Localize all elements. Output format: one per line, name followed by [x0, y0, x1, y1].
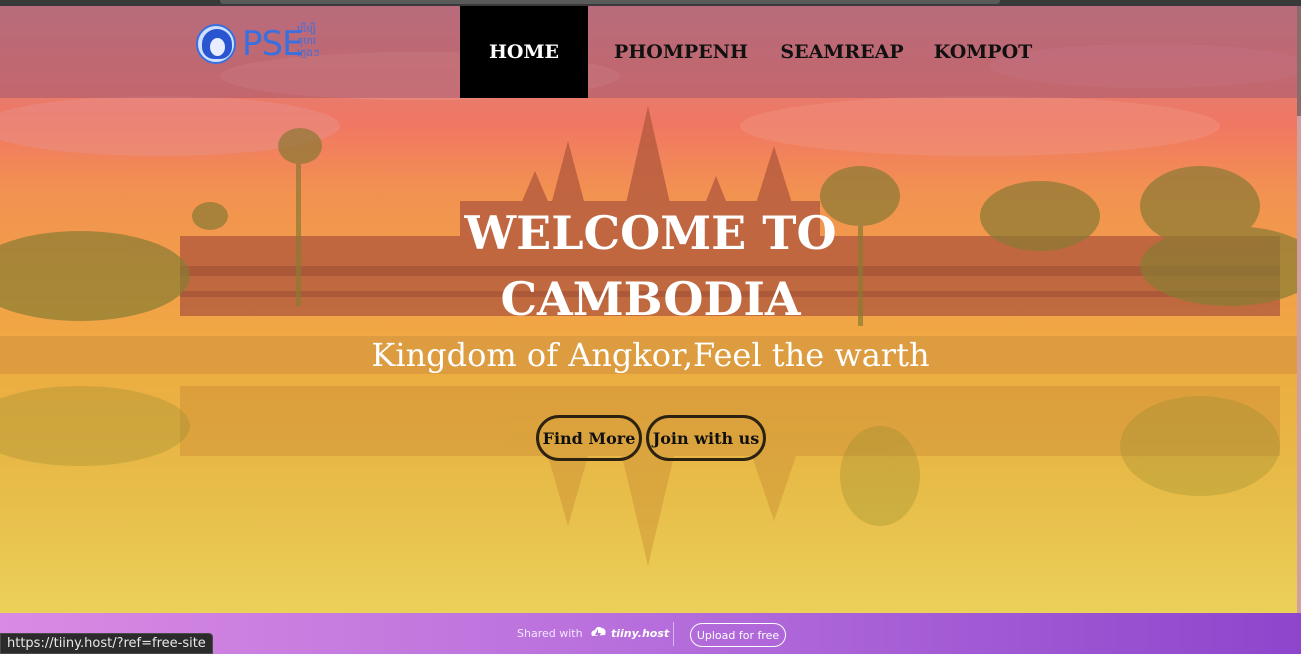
tiiny-host-logo-icon — [591, 626, 606, 640]
main-nav: HOME PHOMPENH SEAMREAP KOMPOT — [460, 6, 1056, 98]
shared-with-text: Shared with — [517, 627, 583, 640]
banner-divider — [673, 622, 674, 646]
tab-strip-edge — [220, 0, 1000, 4]
find-more-button[interactable]: Find More — [536, 415, 642, 461]
browser-viewport: PSE ដើម្បីកុមារ ក្មេងៗ HOME PHOMPENH SEA… — [0, 0, 1301, 654]
nav-home[interactable]: HOME — [460, 6, 588, 98]
hero-title-line2: CAMBODIA — [500, 272, 801, 326]
upload-for-free-button[interactable]: Upload for free — [690, 623, 786, 647]
nav-seamreap[interactable]: SEAMREAP — [774, 6, 910, 98]
hero-title-line1: WELCOME TO — [464, 206, 837, 260]
hero-subtitle: Kingdom of Angkor,Feel the warth — [371, 336, 930, 374]
tiiny-host-brand[interactable]: tiiny.host — [611, 627, 669, 640]
site-logo[interactable]: PSE ដើម្បីកុមារ ក្មេងៗ — [194, 20, 336, 72]
nav-phompenh[interactable]: PHOMPENH — [588, 6, 774, 98]
top-navbar: PSE ដើម្បីកុមារ ក្មេងៗ HOME PHOMPENH SEA… — [0, 6, 1297, 98]
link-status-url: https://tiiny.host/?ref=free-site — [0, 633, 213, 654]
logo-subtext: ដើម្បីកុមារ ក្មេងៗ — [297, 24, 320, 59]
join-with-us-button[interactable]: Join with us — [646, 415, 766, 461]
nav-kompot[interactable]: KOMPOT — [910, 6, 1056, 98]
logo-face-icon — [196, 24, 236, 64]
scrollbar-thumb[interactable] — [1297, 6, 1301, 116]
logo-text: PSE — [242, 24, 304, 64]
